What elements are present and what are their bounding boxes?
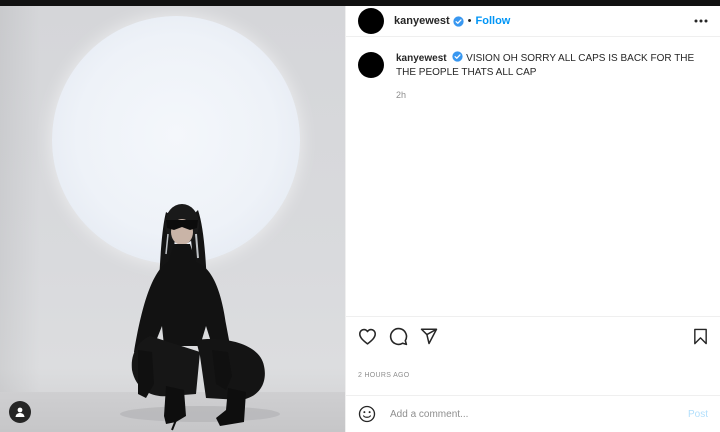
instagram-post: kanyewest • Follow kanyewest VISION OH S… [0,0,720,432]
caption-text: kanyewest VISION OH SORRY ALL CAPS IS BA… [396,51,708,80]
author-username[interactable]: kanyewest [394,15,450,27]
verified-badge-icon [453,15,464,27]
post-header: kanyewest • Follow [346,6,720,37]
comment-input[interactable] [388,407,688,421]
verified-badge-icon [452,51,464,62]
more-options-icon [694,19,708,23]
emoji-smiley-icon [358,405,376,423]
emoji-button[interactable] [358,405,376,423]
bookmark-icon [694,328,707,344]
post-comment-button[interactable]: Post [688,409,708,420]
user-tag-icon [15,407,25,417]
caption-body: kanyewest VISION OH SORRY ALL CAPS IS BA… [396,51,708,100]
paper-plane-icon [420,328,438,345]
post-timestamp[interactable]: 2 HOURS AGO [346,355,720,396]
header-separator: • [467,15,472,27]
post-photo[interactable] [0,6,346,432]
caption-avatar[interactable] [358,52,384,78]
like-button[interactable] [358,328,377,345]
save-button[interactable] [693,328,708,345]
heart-icon [359,328,376,345]
photo-crouching-figure [120,204,280,431]
user-tag-button[interactable] [9,401,31,423]
caption-comment: kanyewest VISION OH SORRY ALL CAPS IS BA… [358,51,708,100]
post-actions-bar [346,316,720,355]
comment-bubble-icon [389,327,408,345]
author-avatar[interactable] [358,8,384,34]
follow-button[interactable]: Follow [476,15,511,27]
comment-button[interactable] [389,327,408,346]
more-options-button[interactable] [694,19,708,23]
comments-area: kanyewest VISION OH SORRY ALL CAPS IS BA… [346,37,720,316]
post-side-panel: kanyewest • Follow kanyewest VISION OH S… [346,6,720,432]
share-button[interactable] [420,327,438,345]
caption-age[interactable]: 2h [396,90,708,100]
caption-username[interactable]: kanyewest [396,53,447,64]
add-comment-bar: Post [346,396,720,432]
